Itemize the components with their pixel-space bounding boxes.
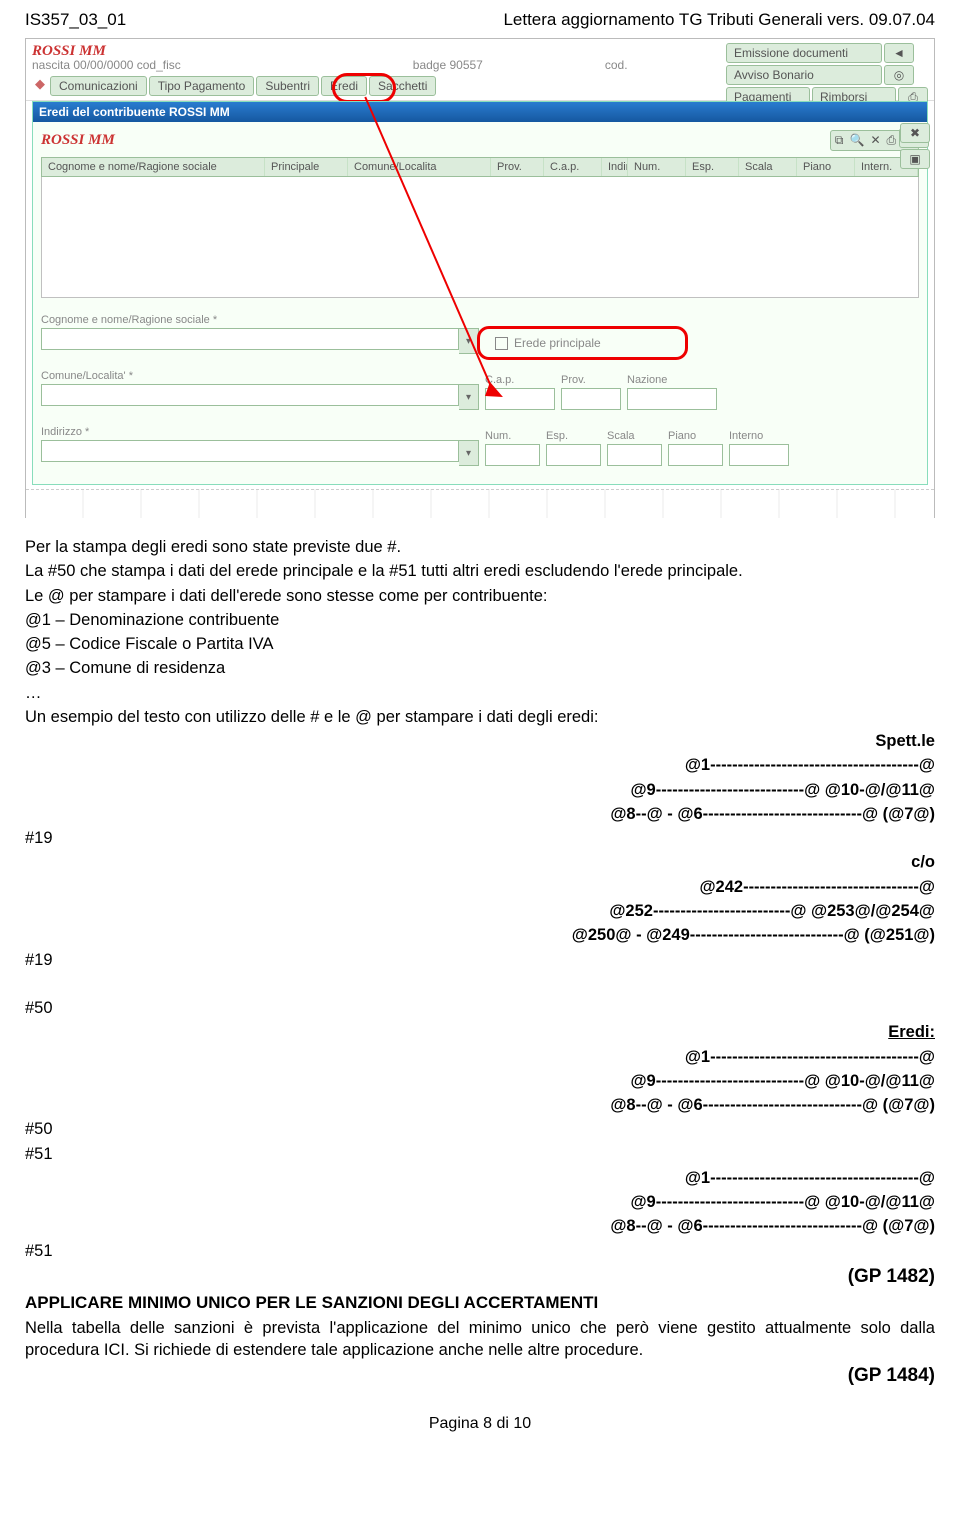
gp-code-2: (GP 1484)	[25, 1363, 935, 1389]
panel-close-icon[interactable]: ✖	[900, 123, 930, 143]
input-nazione[interactable]	[627, 388, 717, 410]
section-body: Nella tabella delle sanzioni è prevista …	[25, 1317, 935, 1362]
dropdown-icon[interactable]: ▾	[459, 440, 479, 466]
print-icon[interactable]: ⎙	[887, 133, 897, 148]
arrow-left-icon[interactable]: ◄	[884, 43, 914, 63]
input-prov[interactable]	[561, 388, 621, 410]
checkbox-erede-principale[interactable]	[495, 337, 508, 350]
tab-alert-icon[interactable]: ◆	[32, 76, 48, 96]
page-footer: Pagina 8 di 10	[25, 1415, 935, 1433]
person-sub: nascita 00/00/0000 cod_fisc	[32, 58, 181, 72]
globe-icon[interactable]: ◎	[884, 65, 914, 85]
panel-min-icon[interactable]: ▣	[900, 149, 930, 169]
select-icon[interactable]: ⧉	[835, 133, 844, 148]
grid-body[interactable]	[41, 177, 919, 298]
grid-header: Cognome e nome/Ragione sociale Principal…	[41, 157, 919, 177]
doc-title: Lettera aggiornamento TG Tributi General…	[503, 10, 935, 30]
input-indirizzo[interactable]	[41, 440, 459, 462]
dropdown-icon[interactable]: ▾	[459, 384, 479, 410]
doc-id: IS357_03_01	[25, 10, 126, 30]
clipped-row	[26, 489, 934, 518]
btn-emissione-doc[interactable]: Emissione documenti	[726, 43, 882, 63]
delete-icon[interactable]: ✕	[870, 133, 880, 148]
app-screenshot: ROSSI MM nascita 00/00/0000 cod_fisc bad…	[25, 38, 935, 518]
input-piano[interactable]	[668, 444, 723, 466]
tab-comunicazioni[interactable]: Comunicazioni	[50, 76, 147, 96]
input-comune[interactable]	[41, 384, 459, 406]
cod-label: cod.	[605, 58, 628, 72]
tab-subentri[interactable]: Subentri	[256, 76, 319, 96]
modal-titlebar: Eredi del contribuente ROSSI MM	[33, 102, 927, 122]
tab-sacchetti[interactable]: Sacchetti	[369, 76, 436, 96]
search-icon[interactable]: 🔍	[849, 133, 864, 148]
gp-code-1: (GP 1482)	[25, 1264, 935, 1290]
field-erede-principale: Erede principale	[485, 332, 715, 354]
input-interno[interactable]	[729, 444, 789, 466]
field-cognome: Cognome e nome/Ragione sociale * ▾	[41, 314, 479, 354]
input-num[interactable]	[485, 444, 540, 466]
doc-body: Per la stampa degli eredi sono state pre…	[25, 536, 935, 1389]
section-title: APPLICARE MINIMO UNICO PER LE SANZIONI D…	[25, 1292, 935, 1315]
page-header: IS357_03_01 Lettera aggiornamento TG Tri…	[25, 10, 935, 30]
input-scala[interactable]	[607, 444, 662, 466]
tab-eredi[interactable]: Eredi	[321, 76, 367, 96]
badge-label: badge 90557	[413, 58, 483, 72]
input-cognome[interactable]	[41, 328, 459, 350]
dropdown-icon[interactable]: ▾	[459, 328, 479, 354]
field-comune: Comune/Localita' * ▾	[41, 370, 479, 410]
tab-tipo-pagamento[interactable]: Tipo Pagamento	[149, 76, 255, 96]
input-cap[interactable]	[485, 388, 555, 410]
eredi-modal: Eredi del contribuente ROSSI MM ✕ ROSSI …	[32, 101, 928, 485]
modal-name: ROSSI MM	[41, 132, 115, 149]
input-esp[interactable]	[546, 444, 601, 466]
btn-avviso-bonario[interactable]: Avviso Bonario	[726, 65, 882, 85]
quick-actions: Emissione documenti ◄ Avviso Bonario ◎ P…	[726, 43, 928, 108]
field-indirizzo: Indirizzo * ▾	[41, 426, 479, 466]
